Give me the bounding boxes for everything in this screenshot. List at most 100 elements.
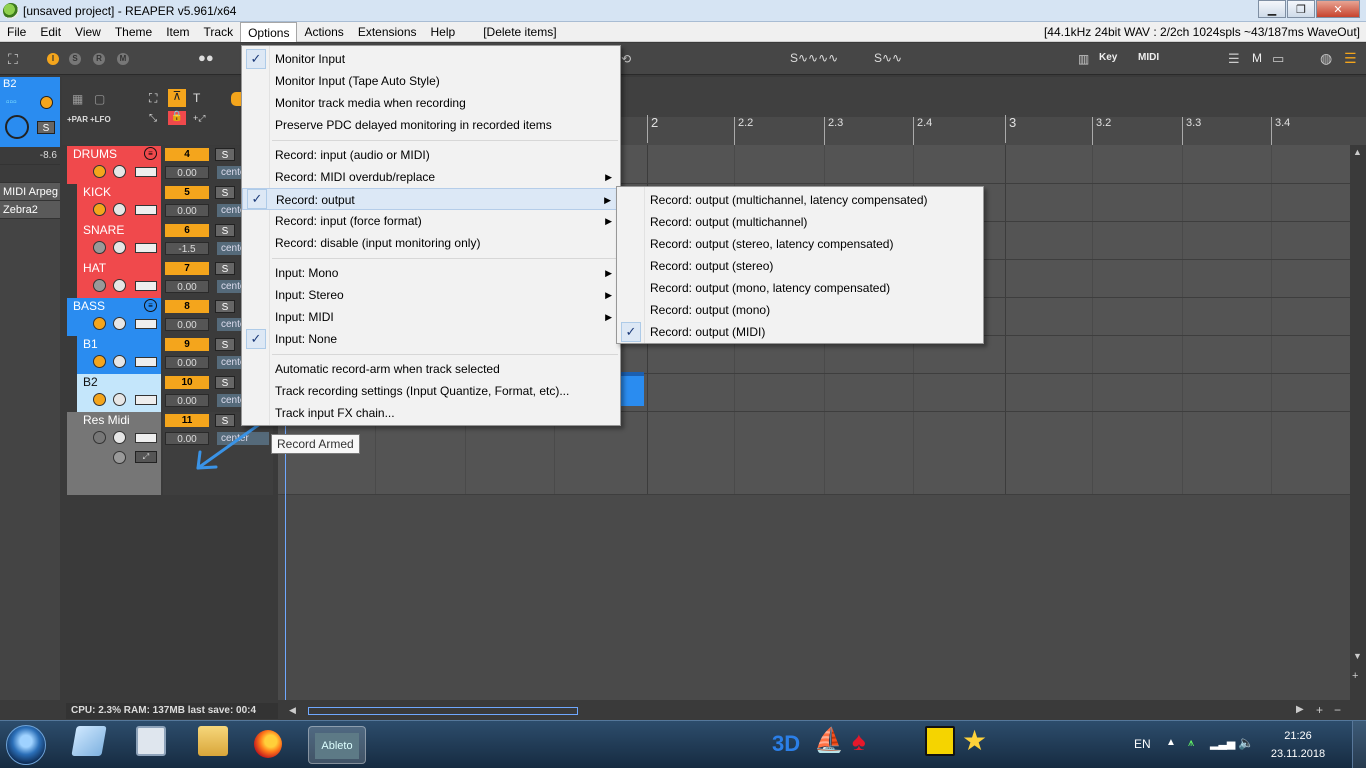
volume-knob[interactable]	[5, 115, 29, 139]
collapse-icon[interactable]: ⤡	[149, 113, 157, 124]
record-arm-button[interactable]	[93, 279, 106, 292]
record-arm-button[interactable]	[93, 355, 106, 368]
submenu-output-multichannel-lc[interactable]: Record: output (multichannel, latency co…	[617, 189, 983, 211]
triangle-app-icon[interactable]: ⛵	[814, 726, 844, 756]
record-mode-r-button[interactable]: R	[93, 53, 105, 65]
horizontal-scrollbar[interactable]: ◀ ▶ + −	[286, 703, 1350, 719]
firefox-taskbar-button[interactable]	[246, 726, 290, 764]
wrench-icon[interactable]	[113, 203, 126, 216]
start-button[interactable]	[6, 725, 46, 765]
mixer-m-button[interactable]: M	[1252, 51, 1262, 65]
yellow-app-icon[interactable]	[925, 726, 955, 756]
language-indicator[interactable]: EN	[1134, 737, 1151, 751]
zoom-in-icon[interactable]: +	[1352, 670, 1358, 682]
menu-auto-record-arm[interactable]: Automatic record-arm when track selected	[242, 358, 620, 380]
menu-track-input-fx-chain[interactable]: Track input FX chain...	[242, 402, 620, 424]
layout-icon[interactable]: ▭	[1272, 51, 1284, 67]
text-t-button[interactable]: T	[193, 91, 200, 105]
waveform-s-icon[interactable]: S∿∿∿∿	[790, 51, 838, 65]
solo-button[interactable]: S	[215, 338, 235, 351]
menu-help[interactable]: Help	[424, 22, 463, 42]
io-button[interactable]	[135, 205, 157, 215]
menu-monitor-input[interactable]: ✓ Monitor Input	[242, 48, 620, 70]
volume-icon[interactable]: 🔈	[1238, 735, 1254, 751]
track-row[interactable]: BASS ≡ 8 S 0.00 center	[67, 298, 273, 336]
solo-button[interactable]: S	[215, 300, 235, 313]
record-arm-button[interactable]	[93, 165, 106, 178]
wrench-icon[interactable]	[113, 165, 126, 178]
submenu-output-midi[interactable]: ✓ Record: output (MIDI)	[617, 321, 983, 343]
maximize-button[interactable]: ❐	[1287, 0, 1315, 18]
route-icon[interactable]: +⤢	[193, 113, 205, 124]
scroll-left-icon[interactable]: ◀	[289, 705, 296, 716]
track-row[interactable]: HAT 7 S 0.00 center	[67, 260, 273, 298]
track-name-pane[interactable]: B1	[77, 336, 161, 374]
menu-item[interactable]: Item	[159, 22, 196, 42]
io-button[interactable]	[135, 319, 157, 329]
key-button[interactable]: Key	[1099, 52, 1117, 63]
record-arm-button[interactable]	[93, 317, 106, 330]
piano-icon[interactable]: ▥	[1078, 52, 1089, 66]
io-button[interactable]	[135, 357, 157, 367]
tray-expand-icon[interactable]: ▲	[1166, 737, 1176, 748]
menu-monitor-track-media[interactable]: Monitor track media when recording	[242, 92, 620, 114]
menu-record-midi-overdub[interactable]: Record: MIDI overdub/replace ▶	[242, 166, 620, 188]
volume-readout[interactable]: 0.00	[165, 280, 209, 293]
track-name-pane[interactable]: DRUMS ≡	[67, 146, 161, 184]
menu-options[interactable]: Options	[240, 21, 298, 42]
volume-readout[interactable]: 0.00	[165, 356, 209, 369]
track-name-pane[interactable]: KICK	[77, 184, 161, 222]
track-name-pane[interactable]: Res Midi ⤢	[67, 412, 161, 495]
explorer-folder-icon[interactable]	[198, 726, 228, 756]
waveform-s2-icon[interactable]: S∿∿	[874, 51, 902, 65]
menu-file[interactable]: File	[0, 22, 33, 42]
track-row[interactable]: B1 9 S 0.00 center	[67, 336, 273, 374]
solo-button[interactable]: S	[215, 148, 235, 161]
track-row[interactable]: SNARE 6 S -1.5 center	[67, 222, 273, 260]
app-3d-icon[interactable]: 3D	[772, 731, 800, 757]
menu-input-none[interactable]: ✓ Input: None	[242, 328, 620, 350]
menu-delete-items[interactable]: [Delete items]	[476, 22, 563, 42]
wrench-icon[interactable]	[113, 241, 126, 254]
scroll-right-icon[interactable]: ▶	[1296, 704, 1304, 715]
show-desktop-button[interactable]	[1352, 721, 1366, 768]
scroll-thumb[interactable]	[308, 707, 578, 715]
record-mode-i-button[interactable]: I	[47, 53, 59, 65]
wrench-icon[interactable]	[113, 393, 126, 406]
record-arm-button[interactable]	[93, 203, 106, 216]
io-button[interactable]	[135, 281, 157, 291]
record-arm-button[interactable]	[93, 393, 106, 406]
menu-record-output[interactable]: ✓ Record: output ▶	[242, 188, 620, 210]
hamburger-menu-icon[interactable]: ☰	[1344, 50, 1357, 67]
menu-input-midi[interactable]: Input: MIDI ▶	[242, 306, 620, 328]
tray-app-icon[interactable]: ⩚	[1188, 737, 1194, 750]
record-arm-button[interactable]	[93, 431, 106, 444]
volume-readout[interactable]: 0.00	[165, 204, 209, 217]
io-button[interactable]	[135, 243, 157, 253]
submenu-output-mono[interactable]: Record: output (mono)	[617, 299, 983, 321]
menu-preserve-pdc[interactable]: Preserve PDC delayed monitoring in recor…	[242, 114, 620, 136]
volume-readout[interactable]: -1.5	[165, 242, 209, 255]
track-name-pane[interactable]: HAT	[77, 260, 161, 298]
loop-icon[interactable]: ⟲	[621, 52, 631, 66]
solo-button[interactable]: S	[215, 376, 235, 389]
calculator-icon[interactable]	[136, 726, 166, 756]
pokerstars-icon[interactable]: ♠	[852, 726, 882, 756]
menu-monitor-input-tape[interactable]: Monitor Input (Tape Auto Style)	[242, 70, 620, 92]
io-button[interactable]	[135, 167, 157, 177]
midi-button[interactable]: MIDI	[1138, 52, 1159, 63]
phase-icon[interactable]	[113, 451, 126, 464]
volume-readout[interactable]: 0.00	[165, 166, 209, 179]
menu-record-disable[interactable]: Record: disable (input monitoring only)	[242, 232, 620, 254]
list-icon[interactable]: ☰	[1228, 51, 1240, 67]
submenu-output-multichannel[interactable]: Record: output (multichannel)	[617, 211, 983, 233]
io-button[interactable]	[135, 395, 157, 405]
track-name-pane[interactable]: BASS ≡	[67, 298, 161, 336]
add-lfo-button[interactable]: +LFO	[90, 115, 111, 124]
wrench-icon[interactable]	[113, 431, 126, 444]
grid2-icon[interactable]: ▢	[94, 92, 105, 106]
folder-icon[interactable]: ≡	[144, 299, 157, 312]
minimize-button[interactable]: ▁	[1258, 0, 1286, 18]
menu-theme[interactable]: Theme	[108, 22, 159, 42]
submenu-output-stereo-lc[interactable]: Record: output (stereo, latency compensa…	[617, 233, 983, 255]
